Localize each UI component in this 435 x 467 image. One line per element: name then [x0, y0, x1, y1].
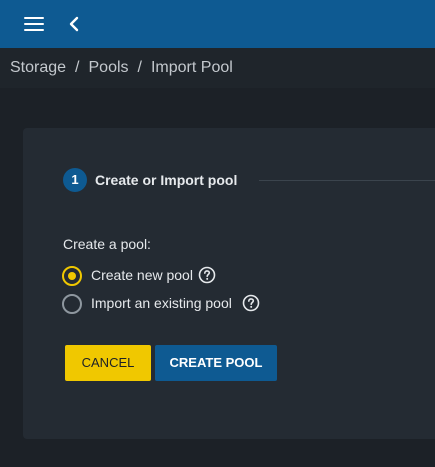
step-number-badge: 1	[63, 168, 87, 192]
radio-button-import-existing-pool[interactable]	[62, 294, 82, 314]
radio-label-import-existing-pool: Import an existing pool	[91, 295, 232, 311]
chevron-left-icon[interactable]	[66, 14, 84, 34]
create-pool-label: Create a pool:	[63, 236, 151, 252]
radio-button-create-new-pool[interactable]	[62, 266, 82, 286]
question-circle-icon[interactable]	[242, 294, 260, 312]
wizard-step-header: 1 Create or Import pool	[63, 168, 435, 192]
radio-option-create-new-pool[interactable]: Create new pool	[62, 265, 242, 287]
step-title: Create or Import pool	[95, 172, 238, 188]
cancel-button[interactable]: CANCEL	[65, 345, 151, 381]
breadcrumb-item-pools[interactable]: Pools	[89, 59, 129, 76]
create-pool-button[interactable]: CREATE POOL	[155, 345, 277, 381]
step-divider-line	[259, 180, 435, 181]
hamburger-menu-icon[interactable]	[24, 16, 46, 32]
pool-wizard-card: 1 Create or Import pool Create a pool: C…	[23, 128, 435, 439]
breadcrumb-item-import-pool: Import Pool	[150, 59, 233, 76]
breadcrumb-separator: /	[137, 59, 142, 76]
breadcrumb: Storage / Pools / Import Pool	[10, 59, 233, 77]
breadcrumb-bar: Storage / Pools / Import Pool	[0, 48, 435, 88]
breadcrumb-separator: /	[75, 59, 80, 76]
breadcrumb-item-storage[interactable]: Storage	[10, 59, 66, 76]
radio-label-create-new-pool: Create new pool	[91, 267, 193, 283]
question-circle-icon[interactable]	[198, 266, 216, 284]
top-toolbar	[0, 0, 435, 48]
radio-option-import-existing-pool[interactable]: Import an existing pool	[62, 293, 302, 315]
